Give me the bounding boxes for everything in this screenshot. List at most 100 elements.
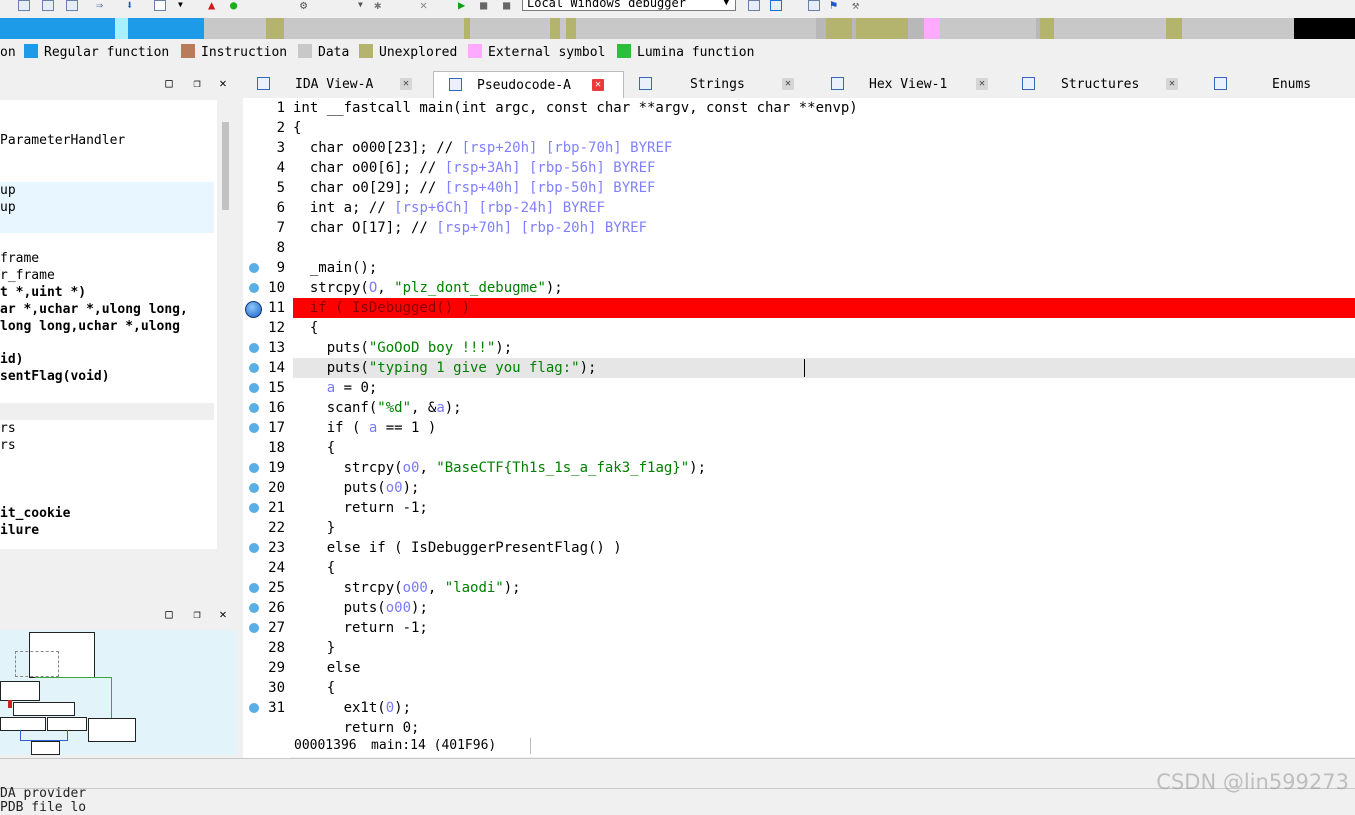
list-item[interactable] <box>0 216 214 233</box>
code-line[interactable]: strcpy(O, "plz_dont_debugme"); <box>293 278 1355 298</box>
segment-icon[interactable] <box>42 0 54 11</box>
add-icon[interactable] <box>18 0 30 11</box>
close-icon[interactable]: ✕ <box>976 78 988 90</box>
code-line[interactable]: puts("GoOoD boy !!!"); <box>293 338 1355 358</box>
code-line[interactable]: if ( a == 1 ) <box>293 418 1355 438</box>
list-item[interactable]: sentFlag(void) <box>0 368 214 385</box>
list-item[interactable]: r_frame <box>0 267 214 284</box>
code-line[interactable]: } <box>293 638 1355 658</box>
breakpoint-dot[interactable] <box>249 543 259 553</box>
code-line[interactable]: int a; // [rsp+6Ch] [rbp-24h] BYREF <box>293 198 1355 218</box>
tools-icon[interactable]: ⚒ <box>852 0 859 12</box>
breakpoint-dot[interactable] <box>249 423 259 433</box>
breakpoint-dot[interactable] <box>249 343 259 353</box>
code-line[interactable]: char O[17]; // [rsp+70h] [rbp-20h] BYREF <box>293 218 1355 238</box>
functions-scrollbar-thumb[interactable] <box>222 122 229 210</box>
cpu-icon[interactable]: ⚙ <box>300 0 307 12</box>
breakpoint-dot[interactable] <box>249 263 259 273</box>
breakpoint-active-icon[interactable] <box>245 301 262 318</box>
code-line[interactable]: return -1; <box>293 618 1355 638</box>
list-item[interactable] <box>0 403 214 420</box>
list-item[interactable]: ilure <box>0 522 214 539</box>
play-icon[interactable]: ▶ <box>458 0 465 12</box>
breakpoint-dot[interactable] <box>249 483 259 493</box>
graph-overview[interactable] <box>0 630 237 755</box>
code-line[interactable]: char o0[29]; // [rsp+40h] [rbp-50h] BYRE… <box>293 178 1355 198</box>
asterisk-icon[interactable]: ✱ <box>374 0 381 12</box>
code-line[interactable]: { <box>293 438 1355 458</box>
code-line[interactable]: strcpy(o00, "laodi"); <box>293 578 1355 598</box>
jump-icon[interactable]: ⇒ <box>96 0 103 12</box>
code-line[interactable]: scanf("%d", &a); <box>293 398 1355 418</box>
close-icon[interactable]: ✕ <box>592 79 604 91</box>
tab-ida-view-a[interactable]: IDA View-A ✕ <box>243 71 431 98</box>
close-icon[interactable]: ✕ <box>400 78 412 90</box>
code-line[interactable]: _main(); <box>293 258 1355 278</box>
tab-strings[interactable]: Strings ✕ <box>627 71 813 98</box>
code-line[interactable]: a = 0; <box>293 378 1355 398</box>
dropdown-icon[interactable]: ▼ <box>358 0 363 12</box>
green-circle-icon[interactable]: ● <box>230 0 237 12</box>
code-line[interactable]: { <box>293 558 1355 578</box>
code-line[interactable]: { <box>293 678 1355 698</box>
list-item[interactable]: rs <box>0 420 214 437</box>
close-icon[interactable]: ✕ <box>782 78 794 90</box>
code-line-current[interactable]: puts("typing 1 give you flag:"); <box>293 358 1355 378</box>
breakpoint-dot[interactable] <box>249 283 259 293</box>
code-line[interactable]: } <box>293 518 1355 538</box>
code-line[interactable]: else if ( IsDebuggerPresentFlag() ) <box>293 538 1355 558</box>
close-icon[interactable]: ✕ <box>420 0 427 12</box>
code-line[interactable]: else <box>293 658 1355 678</box>
struct-icon[interactable] <box>66 0 78 11</box>
breakpoint-dot[interactable] <box>249 383 259 393</box>
list-item[interactable]: frame <box>0 250 214 267</box>
flag-icon[interactable]: ⚑ <box>830 0 837 12</box>
tab-structures[interactable]: Structures ✕ <box>1009 71 1197 98</box>
warning-icon[interactable]: ▲ <box>208 0 215 12</box>
code-line[interactable]: int __fastcall main(int argc, const char… <box>293 98 1355 118</box>
code-line[interactable]: strcpy(o0, "BaseCTF{Th1s_1s_a_fak3_f1ag}… <box>293 458 1355 478</box>
code-line[interactable]: char o000[23]; // [rsp+20h] [rbp-70h] BY… <box>293 138 1355 158</box>
code-line[interactable]: puts(o0); <box>293 478 1355 498</box>
list-item[interactable]: id) <box>0 351 214 368</box>
restore-icon[interactable]: ❐ <box>190 76 204 90</box>
tab-pseudocode-a[interactable]: Pseudocode-A ✕ <box>433 71 624 99</box>
maximize-icon[interactable]: □ <box>162 607 176 621</box>
tab-hex-view-1[interactable]: Hex View-1 ✕ <box>819 71 1003 98</box>
code-line[interactable]: return -1; <box>293 498 1355 518</box>
functions-list[interactable]: ParameterHandler up up frame r_frame t *… <box>0 100 217 549</box>
list-item[interactable]: up <box>0 182 214 199</box>
navigation-band[interactable] <box>0 18 1355 39</box>
code-line[interactable]: char o00[6]; // [rsp+3Ah] [rbp-56h] BYRE… <box>293 158 1355 178</box>
list-item[interactable]: rs <box>0 437 214 454</box>
breakpoint-dot[interactable] <box>249 583 259 593</box>
list-item[interactable]: ar *,uchar *,ulong long, <box>0 301 214 318</box>
stop-icon[interactable]: ■ <box>503 0 510 12</box>
breakpoint-dot[interactable] <box>249 603 259 613</box>
log-icon[interactable] <box>808 0 820 11</box>
maximize-icon[interactable]: □ <box>162 76 176 90</box>
tab-enums[interactable]: Enums <box>1201 71 1355 98</box>
code-line[interactable]: puts(o00); <box>293 598 1355 618</box>
list-item[interactable]: ParameterHandler <box>0 132 214 149</box>
list-item[interactable]: up <box>0 199 214 216</box>
breakpoint-dot[interactable] <box>249 363 259 373</box>
pause-icon[interactable]: ■ <box>480 0 487 12</box>
code-line[interactable]: { <box>293 118 1355 138</box>
breakpoint-dot[interactable] <box>249 463 259 473</box>
list-item[interactable]: long long,uchar *,ulong <box>0 318 214 335</box>
list-item[interactable]: t *,uint *) <box>0 284 214 301</box>
code-line-breakpoint[interactable]: if ( IsDebugged() ) <box>293 298 1355 318</box>
close-icon[interactable]: ✕ <box>216 607 230 621</box>
attach-icon[interactable] <box>748 0 760 11</box>
code-line[interactable]: return 0; <box>293 718 1355 735</box>
down-arrow-icon[interactable]: ⬇ <box>126 0 133 12</box>
breakpoint-dot[interactable] <box>249 623 259 633</box>
code-line[interactable]: ex1t(0); <box>293 698 1355 718</box>
connect-icon[interactable] <box>770 0 782 11</box>
graph-viewport[interactable] <box>15 651 59 677</box>
restore-icon[interactable]: ❐ <box>190 607 204 621</box>
breakpoint-dot[interactable] <box>249 403 259 413</box>
breakpoint-dot[interactable] <box>249 503 259 513</box>
dropdown-icon[interactable]: ▼ <box>178 0 183 12</box>
